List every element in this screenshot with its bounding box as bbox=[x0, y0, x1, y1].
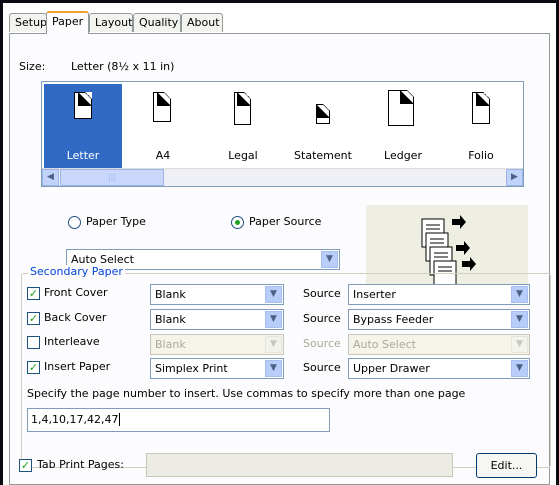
letter-page-icon bbox=[74, 92, 92, 119]
tab-setup[interactable]: Setup bbox=[9, 13, 47, 32]
interleave-paper-value: Blank bbox=[155, 338, 186, 351]
insert-paper-source-value: Upper Drawer bbox=[353, 362, 430, 375]
insert-paper-source-label: Source bbox=[303, 361, 341, 374]
chevron-down-icon[interactable]: ▼ bbox=[511, 311, 528, 328]
chevron-down-icon[interactable]: ▼ bbox=[265, 311, 282, 328]
chevron-down-icon[interactable]: ▼ bbox=[321, 251, 338, 268]
front-cover-source-label: Source bbox=[303, 287, 341, 300]
paper-type-radio[interactable] bbox=[68, 216, 81, 229]
interleave-source-select: Auto Select ▼ bbox=[348, 334, 530, 355]
legal-page-icon bbox=[234, 92, 251, 125]
statement-page-icon bbox=[316, 104, 330, 124]
tab-layout[interactable]: Layout bbox=[89, 13, 133, 32]
insert-pages-value: 1,4,10,17,42,47 bbox=[31, 413, 119, 426]
back-cover-paper-value: Blank bbox=[155, 313, 186, 326]
tab-quality[interactable]: Quality bbox=[133, 13, 181, 32]
front-cover-checkbox[interactable]: ✓ bbox=[27, 287, 40, 300]
chevron-down-icon[interactable]: ▼ bbox=[265, 286, 282, 303]
front-cover-paper-value: Blank bbox=[155, 288, 186, 301]
folio-page-icon bbox=[472, 92, 490, 124]
secondary-paper-title: Secondary Paper bbox=[28, 265, 125, 278]
size-item-folio[interactable]: Folio bbox=[442, 84, 520, 168]
size-item-label: Folio bbox=[468, 149, 494, 162]
paper-source-label[interactable]: Paper Source bbox=[249, 215, 321, 228]
back-cover-source-value: Bypass Feeder bbox=[353, 313, 434, 326]
size-item-label: A4 bbox=[155, 149, 171, 162]
paper-size-list[interactable]: Letter A4 Legal Statement Ledger Folio ◀… bbox=[41, 81, 524, 187]
front-cover-paper-select[interactable]: Blank ▼ bbox=[150, 284, 284, 305]
size-item-label: Legal bbox=[228, 149, 258, 162]
tab-about[interactable]: About bbox=[181, 13, 223, 32]
chevron-down-icon[interactable]: ▼ bbox=[511, 360, 528, 377]
size-list-scrollbar[interactable]: ◀ ||| ▶ bbox=[42, 168, 523, 186]
size-item-label: Ledger bbox=[384, 149, 422, 162]
a4-page-icon bbox=[153, 92, 171, 122]
chevron-down-icon: ▼ bbox=[265, 336, 282, 353]
interleave-label[interactable]: Interleave bbox=[44, 335, 100, 348]
tab-print-pages-field[interactable] bbox=[146, 453, 453, 477]
back-cover-source-select[interactable]: Bypass Feeder ▼ bbox=[348, 309, 530, 330]
size-item-letter[interactable]: Letter bbox=[44, 84, 122, 168]
printer-properties-dialog: Setup Paper Layout Quality About Size: L… bbox=[3, 3, 556, 485]
insert-paper-checkbox[interactable]: ✓ bbox=[27, 361, 40, 374]
front-cover-source-value: Inserter bbox=[353, 288, 396, 301]
ledger-page-icon bbox=[388, 90, 414, 126]
back-cover-source-label: Source bbox=[303, 312, 341, 325]
tab-paper[interactable]: Paper bbox=[46, 11, 89, 34]
back-cover-paper-select[interactable]: Blank ▼ bbox=[150, 309, 284, 330]
scroll-left-button[interactable]: ◀ bbox=[42, 169, 59, 186]
front-cover-label[interactable]: Front Cover bbox=[44, 286, 108, 299]
insert-paper-source-select[interactable]: Upper Drawer ▼ bbox=[348, 358, 530, 379]
insert-paper-select[interactable]: Simplex Print ▼ bbox=[150, 358, 284, 379]
paper-source-radio[interactable] bbox=[231, 216, 244, 229]
insert-pages-field[interactable]: 1,4,10,17,42,47 bbox=[27, 408, 330, 432]
back-cover-label[interactable]: Back Cover bbox=[44, 311, 106, 324]
size-item-legal[interactable]: Legal bbox=[204, 84, 282, 168]
interleave-paper-select: Blank ▼ bbox=[150, 334, 284, 355]
size-item-a4[interactable]: A4 bbox=[124, 84, 202, 168]
size-label: Size: bbox=[19, 60, 46, 73]
chevron-down-icon[interactable]: ▼ bbox=[511, 286, 528, 303]
edit-button[interactable]: Edit... bbox=[476, 453, 537, 478]
paper-tab-panel: Size: Letter (8½ x 11 in) Letter A4 Lega… bbox=[9, 33, 551, 485]
interleave-source-label: Source bbox=[303, 337, 341, 350]
insert-paper-label[interactable]: Insert Paper bbox=[44, 360, 110, 373]
insert-pages-instruction: Specify the page number to insert. Use c… bbox=[27, 387, 466, 400]
insert-paper-value: Simplex Print bbox=[155, 362, 228, 375]
tab-print-pages-label[interactable]: Tab Print Pages: bbox=[37, 458, 124, 471]
scrollbar-thumb[interactable]: ||| bbox=[60, 169, 164, 186]
back-cover-checkbox[interactable]: ✓ bbox=[27, 312, 40, 325]
tab-print-pages-checkbox[interactable]: ✓ bbox=[19, 459, 32, 472]
size-item-ledger[interactable]: Ledger bbox=[364, 84, 442, 168]
scroll-right-button[interactable]: ▶ bbox=[506, 169, 523, 186]
size-item-statement[interactable]: Statement bbox=[282, 84, 364, 168]
paper-type-label[interactable]: Paper Type bbox=[86, 215, 146, 228]
chevron-down-icon[interactable]: ▼ bbox=[265, 360, 282, 377]
interleave-checkbox[interactable] bbox=[27, 336, 40, 349]
size-item-label: Letter bbox=[66, 149, 100, 162]
size-item-label: Statement bbox=[294, 149, 352, 162]
interleave-source-value: Auto Select bbox=[353, 338, 416, 351]
front-cover-source-select[interactable]: Inserter ▼ bbox=[348, 284, 530, 305]
chevron-down-icon: ▼ bbox=[511, 336, 528, 353]
size-value: Letter (8½ x 11 in) bbox=[71, 60, 175, 73]
